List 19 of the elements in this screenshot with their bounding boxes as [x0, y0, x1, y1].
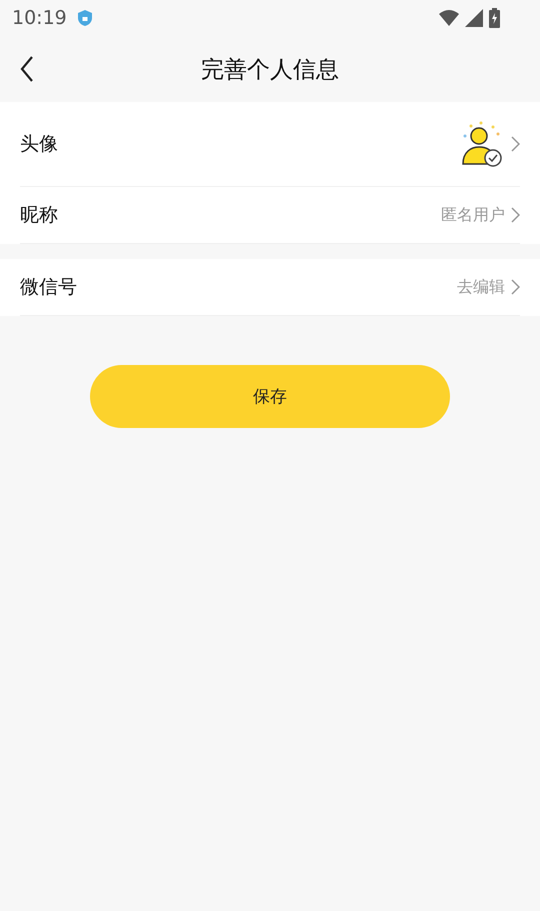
save-button[interactable]: 保存: [90, 365, 450, 428]
settings-row[interactable]: 头像: [20, 102, 520, 187]
row-label: 昵称: [20, 203, 58, 228]
settings-row[interactable]: 昵称 匿名用户: [20, 187, 520, 244]
back-button[interactable]: [20, 56, 34, 82]
status-time: 10:19: [12, 7, 67, 29]
settings-row[interactable]: 微信号 去编辑: [20, 259, 520, 316]
signal-icon: [465, 9, 483, 27]
row-value: 去编辑: [457, 276, 505, 298]
row-value: 匿名用户: [441, 204, 505, 226]
chevron-icon: [511, 207, 520, 223]
row-label: 微信号: [20, 275, 77, 300]
chevron-icon: [511, 136, 520, 152]
page-title: 完善个人信息: [201, 56, 339, 84]
chevron-icon: [511, 279, 520, 295]
shield-icon: [76, 9, 93, 27]
row-label: 头像: [20, 132, 58, 157]
wifi-icon: [439, 10, 459, 26]
battery-icon: [489, 8, 500, 28]
